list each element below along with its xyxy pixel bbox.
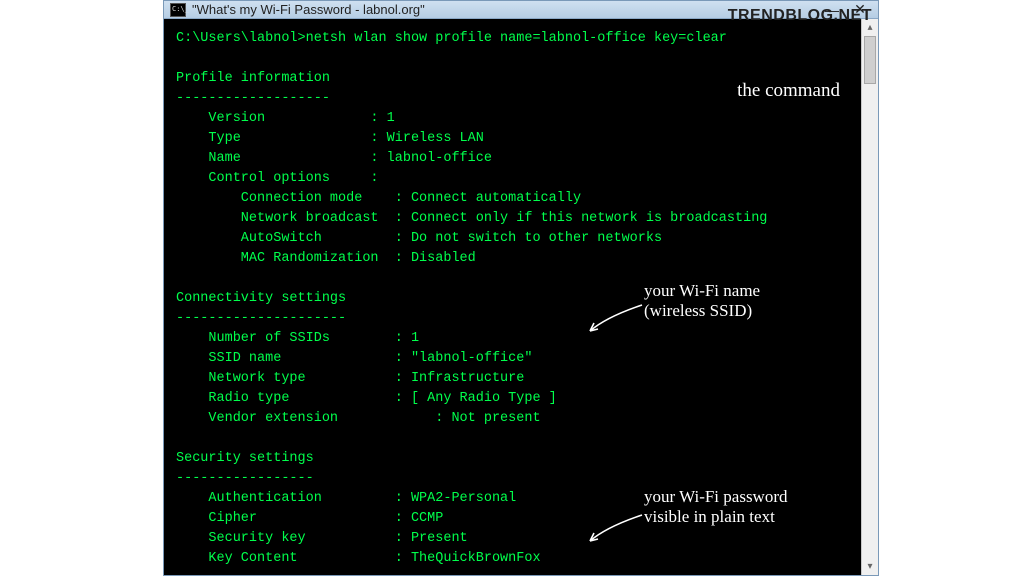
cmd-icon <box>170 3 186 17</box>
titlebar[interactable]: "What's my Wi-Fi Password - labnol.org" … <box>164 1 878 19</box>
minimize-button[interactable]: — <box>818 2 846 18</box>
scroll-up-button[interactable]: ▴ <box>862 19 878 36</box>
cmd-window: "What's my Wi-Fi Password - labnol.org" … <box>163 0 879 576</box>
window-title: "What's my Wi-Fi Password - labnol.org" <box>192 2 425 17</box>
terminal-output[interactable]: C:\Users\labnol>netsh wlan show profile … <box>164 19 861 575</box>
scroll-down-button[interactable]: ▾ <box>862 558 878 575</box>
client-area: C:\Users\labnol>netsh wlan show profile … <box>164 19 878 575</box>
vertical-scrollbar[interactable]: ▴ ▾ <box>861 19 878 575</box>
close-button[interactable]: ✕ <box>846 1 874 18</box>
scroll-thumb[interactable] <box>864 36 876 84</box>
scroll-track[interactable] <box>862 36 878 558</box>
